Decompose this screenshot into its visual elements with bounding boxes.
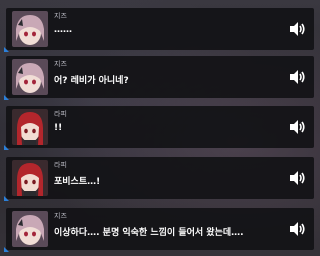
- dialogue-text: !!: [54, 123, 63, 133]
- speaker-name: 지즈: [54, 60, 67, 68]
- jiz-portrait: [12, 211, 48, 247]
- speaker-name: 지즈: [54, 212, 67, 220]
- log-entry: 지즈 이상하다…. 분명 익숙한 느낌이 들어서 왔는데….: [4, 208, 314, 252]
- speaker-volume-icon[interactable]: [288, 20, 306, 38]
- dialogue-text: 이상하다…. 분명 익숙한 느낌이 들어서 왔는데….: [54, 228, 244, 238]
- log-entry: 지즈 어? 레비가 아니네?: [4, 56, 314, 100]
- rapi-portrait: [12, 109, 48, 145]
- jiz-portrait: [12, 59, 48, 95]
- speaker-volume-icon[interactable]: [288, 118, 306, 136]
- dialogue-text: 포비스트…!: [54, 177, 101, 187]
- log-entry: 지즈 ……: [4, 8, 314, 52]
- dialogue-text: ……: [54, 25, 72, 35]
- dialogue-text: 어? 레비가 아니네?: [54, 76, 129, 86]
- dialogue-log: 지즈 …… 지즈 어? 레비가 아니네? 라피 !! 라피 포비스트…! 지즈 …: [0, 0, 320, 256]
- speaker-volume-icon[interactable]: [288, 68, 306, 86]
- speaker-name: 라피: [54, 161, 67, 169]
- speaker-volume-icon[interactable]: [288, 220, 306, 238]
- speaker-name: 지즈: [54, 12, 67, 20]
- log-entry: 라피 포비스트…!: [4, 157, 314, 201]
- rapi-portrait: [12, 160, 48, 196]
- speaker-volume-icon[interactable]: [288, 169, 306, 187]
- jiz-portrait: [12, 11, 48, 47]
- log-entry: 라피 !!: [4, 106, 314, 150]
- speaker-name: 라피: [54, 110, 67, 118]
